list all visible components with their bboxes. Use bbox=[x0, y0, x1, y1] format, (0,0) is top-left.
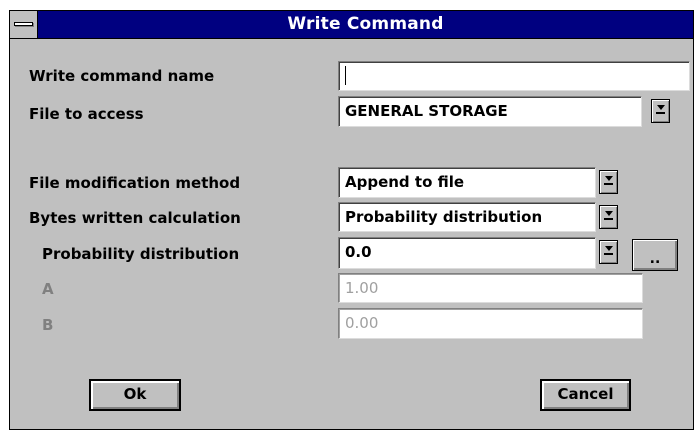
param-b-label: B bbox=[42, 316, 54, 334]
file-modification-method-select[interactable]: Append to file bbox=[338, 167, 596, 198]
file-to-access-value: GENERAL STORAGE bbox=[345, 102, 508, 120]
file-to-access-label: File to access bbox=[29, 105, 144, 123]
cancel-button[interactable]: Cancel bbox=[540, 379, 631, 411]
dropdown-arrow-icon bbox=[604, 211, 613, 216]
dropdown-underline bbox=[604, 253, 613, 255]
probability-distribution-more-button[interactable]: .. bbox=[632, 239, 678, 271]
bytes-written-calculation-label: Bytes written calculation bbox=[29, 209, 241, 227]
system-menu-icon[interactable] bbox=[10, 11, 38, 38]
bytes-written-calculation-dropdown-button[interactable] bbox=[599, 205, 618, 229]
dropdown-arrow-icon bbox=[656, 105, 665, 110]
dropdown-arrow-icon bbox=[604, 176, 613, 181]
file-to-access-dropdown-button[interactable] bbox=[651, 99, 670, 123]
bytes-written-calculation-select[interactable]: Probability distribution bbox=[338, 202, 596, 232]
ok-button[interactable]: Ok bbox=[89, 379, 181, 411]
bytes-written-calculation-value: Probability distribution bbox=[345, 208, 543, 226]
param-b-input[interactable]: 0.00 bbox=[338, 308, 643, 339]
probability-distribution-input[interactable]: 0.0 bbox=[338, 237, 596, 269]
param-a-input[interactable]: 1.00 bbox=[338, 273, 643, 303]
title-bar: Write Command bbox=[10, 11, 693, 39]
probability-distribution-label: Probability distribution bbox=[42, 245, 240, 263]
text-caret bbox=[345, 66, 346, 85]
probability-distribution-dropdown-button[interactable] bbox=[599, 240, 618, 264]
dialog-title: Write Command bbox=[287, 14, 444, 34]
dropdown-arrow-icon bbox=[604, 246, 613, 251]
file-modification-method-dropdown-button[interactable] bbox=[599, 170, 618, 194]
system-menu-bar bbox=[14, 22, 33, 26]
write-command-dialog: Write Command Write command name File to… bbox=[9, 10, 694, 430]
dropdown-underline bbox=[656, 112, 665, 114]
param-a-value: 1.00 bbox=[345, 279, 379, 297]
write-command-name-input[interactable] bbox=[338, 61, 690, 91]
file-modification-method-label: File modification method bbox=[29, 174, 241, 192]
file-modification-method-value: Append to file bbox=[345, 173, 465, 191]
write-command-name-label: Write command name bbox=[29, 67, 215, 85]
dropdown-underline bbox=[604, 218, 613, 220]
file-to-access-select[interactable]: GENERAL STORAGE bbox=[338, 96, 642, 127]
dropdown-underline bbox=[604, 183, 613, 185]
param-b-value: 0.00 bbox=[345, 314, 379, 332]
probability-distribution-value: 0.0 bbox=[345, 243, 372, 261]
param-a-label: A bbox=[42, 280, 54, 298]
